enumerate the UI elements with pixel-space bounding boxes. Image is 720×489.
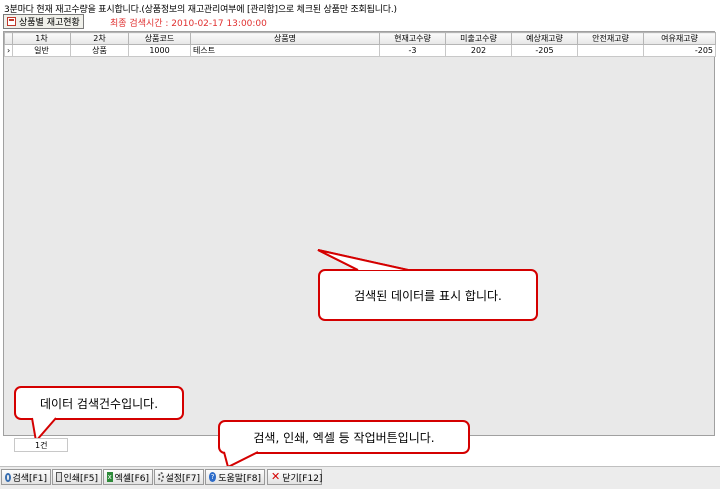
callout-buttons-text: 검색, 인쇄, 엑셀 등 작업버튼입니다. [253,430,435,445]
record-count: 1건 [14,438,68,452]
column-header[interactable]: 여유재고량 [643,32,716,45]
column-header[interactable]: 미출고수량 [445,32,512,45]
column-header[interactable]: 상품코드 [128,32,191,45]
search-button[interactable]: 검색[F1] [1,469,51,485]
table-cell[interactable]: -205 [643,44,716,57]
excel-label: 엑셀[F6] [114,473,150,484]
print-button[interactable]: 인쇄[F5] [52,469,102,485]
table-cell[interactable]: 상품 [70,44,129,57]
table-cell[interactable]: 테스트 [190,44,380,57]
help-label: 도움말[F8] [218,473,261,484]
toolbar: 검색[F1] 인쇄[F5] x 엑셀[F6] 설정[F7] ? 도움말[F8] … [0,466,720,489]
header-row: 1차 2차 상품코드 상품명 현재고수량 미출고수량 예상재고량 안전재고량 여… [4,32,716,45]
table-cell[interactable]: 202 [445,44,512,57]
tab-icon [7,17,16,26]
tab-stock-by-product[interactable]: 상품별 재고현황 [3,14,84,29]
table-cell[interactable]: 일반 [12,44,71,57]
callout-data: 검색된 데이터를 표시 합니다. [318,269,538,321]
column-header[interactable]: 2차 [70,32,129,45]
column-header[interactable]: 현재고수량 [379,32,446,45]
printer-icon [56,472,62,482]
tab-row: 상품별 재고현황 최종 검색시간 : 2010-02-17 13:00:00 [0,13,720,30]
close-button[interactable]: ✕ 닫기[F12] [267,469,322,485]
row-indicator: › [4,44,13,57]
table-cell[interactable]: -3 [379,44,446,57]
table-cell[interactable]: -205 [511,44,578,57]
search-label: 검색[F1] [12,473,48,484]
settings-label: 설정[F7] [165,473,201,484]
callout-count: 데이터 검색건수입니다. [14,386,184,420]
search-icon [5,472,11,482]
callout-data-text: 검색된 데이터를 표시 합니다. [354,288,502,303]
excel-button[interactable]: x 엑셀[F6] [103,469,153,485]
close-icon: ✕ [271,470,281,483]
tab-label: 상품별 재고현황 [19,18,80,28]
column-header[interactable]: 상품명 [190,32,380,45]
column-header[interactable]: 1차 [12,32,71,45]
settings-button[interactable]: 설정[F7] [154,469,204,485]
callout-count-text: 데이터 검색건수입니다. [39,396,159,411]
callout-buttons: 검색, 인쇄, 엑셀 등 작업버튼입니다. [218,420,470,454]
column-header[interactable]: 안전재고량 [577,32,644,45]
help-icon: ? [209,472,217,482]
close-label: 닫기[F12] [282,473,323,484]
help-button[interactable]: ? 도움말[F8] [205,469,265,485]
print-label: 인쇄[F5] [63,473,99,484]
last-search-time: 최종 검색시간 : 2010-02-17 13:00:00 [110,19,267,29]
table-row[interactable]: › 일반 상품 1000 테스트 -3 202 -205 -205 [4,44,716,57]
table-cell[interactable] [577,44,644,57]
row-indicator-header [4,32,13,45]
stock-table: 1차 2차 상품코드 상품명 현재고수량 미출고수량 예상재고량 안전재고량 여… [4,32,716,57]
callout-data-tail-cover [317,249,409,271]
gear-icon [158,472,164,482]
column-header[interactable]: 예상재고량 [511,32,578,45]
data-grid[interactable]: 1차 2차 상품코드 상품명 현재고수량 미출고수량 예상재고량 안전재고량 여… [3,31,716,436]
table-cell[interactable]: 1000 [128,44,191,57]
excel-icon: x [107,472,113,482]
